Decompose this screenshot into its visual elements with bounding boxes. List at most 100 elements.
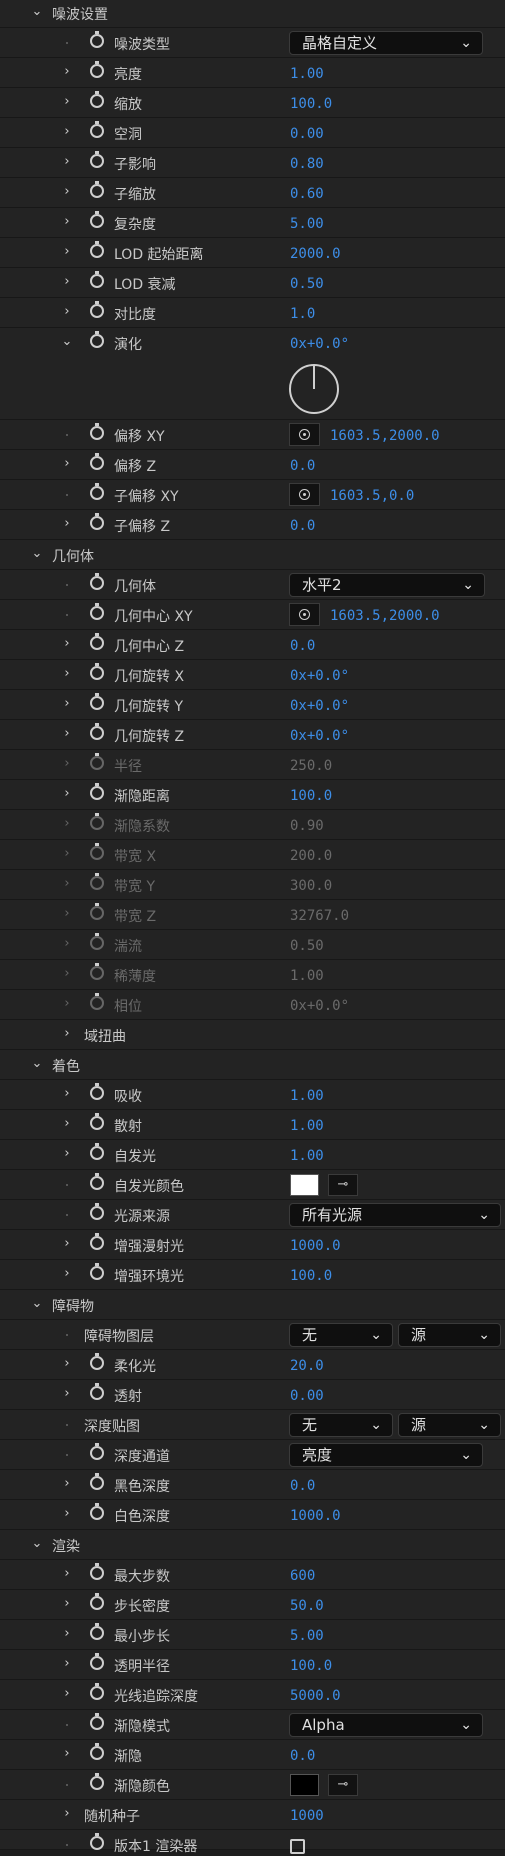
prop-value[interactable]: 0x+0.0° (290, 728, 349, 744)
chevron-right-icon[interactable]: › (60, 95, 74, 109)
section-noise-settings[interactable]: ⌄ 噪波设置 (0, 0, 505, 28)
prop-value[interactable]: 1.0 (290, 306, 315, 322)
chevron-right-icon[interactable]: › (60, 517, 74, 531)
prop-value[interactable]: 1.00 (290, 1148, 324, 1164)
chevron-down-icon[interactable]: ⌄ (30, 1537, 44, 1551)
noise-type-dropdown[interactable]: 晶格自定义 ⌄ (289, 31, 483, 55)
chevron-right-icon[interactable]: › (60, 1657, 74, 1671)
prop-value[interactable]: 1603.5,0.0 (330, 488, 414, 504)
chevron-down-icon[interactable]: ⌄ (30, 547, 44, 561)
stopwatch-icon[interactable] (90, 1683, 104, 1700)
prop-value[interactable]: 5.00 (290, 216, 324, 232)
prop-value[interactable]: 1.00 (290, 1088, 324, 1104)
prop-value[interactable]: 0.60 (290, 186, 324, 202)
chevron-right-icon[interactable]: › (60, 1687, 74, 1701)
color-swatch[interactable] (290, 1774, 319, 1796)
stopwatch-icon[interactable] (90, 1773, 104, 1790)
stopwatch-icon[interactable] (90, 181, 104, 198)
prop-value[interactable]: 0.00 (290, 126, 324, 142)
chevron-right-icon[interactable]: › (60, 1027, 74, 1041)
stopwatch-icon[interactable] (90, 1593, 104, 1610)
stopwatch-icon[interactable] (90, 603, 104, 620)
stopwatch-icon[interactable] (90, 1743, 104, 1760)
stopwatch-icon[interactable] (90, 1203, 104, 1220)
prop-value[interactable]: 1603.5,2000.0 (330, 428, 440, 444)
chevron-right-icon[interactable]: › (60, 1087, 74, 1101)
stopwatch-icon[interactable] (90, 513, 104, 530)
depth-channel-dropdown[interactable]: 亮度 ⌄ (289, 1443, 483, 1467)
chevron-right-icon[interactable]: › (60, 1627, 74, 1641)
chevron-right-icon[interactable]: › (60, 305, 74, 319)
stopwatch-icon[interactable] (90, 1473, 104, 1490)
stopwatch-icon[interactable] (90, 1503, 104, 1520)
depth-map-dropdown[interactable]: 无 ⌄ (289, 1413, 393, 1437)
chevron-right-icon[interactable]: › (60, 215, 74, 229)
stopwatch-icon[interactable] (90, 1833, 104, 1850)
stopwatch-icon[interactable] (90, 1173, 104, 1190)
eyedropper-icon[interactable]: ⊸ (328, 1174, 358, 1196)
light-source-dropdown[interactable]: 所有光源 ⌄ (289, 1203, 501, 1227)
prop-value[interactable]: 1.00 (290, 1118, 324, 1134)
chevron-right-icon[interactable]: › (60, 697, 74, 711)
prop-value[interactable]: 0.80 (290, 156, 324, 172)
stopwatch-icon[interactable] (90, 783, 104, 800)
v1-renderer-checkbox[interactable] (290, 1839, 305, 1854)
stopwatch-icon[interactable] (90, 211, 104, 228)
chevron-right-icon[interactable]: › (60, 787, 74, 801)
chevron-right-icon[interactable]: › (60, 637, 74, 651)
stopwatch-icon[interactable] (90, 1383, 104, 1400)
chevron-right-icon[interactable]: › (60, 125, 74, 139)
stopwatch-icon[interactable] (90, 1263, 104, 1280)
chevron-right-icon[interactable]: › (60, 1267, 74, 1281)
chevron-right-icon[interactable]: › (60, 275, 74, 289)
stopwatch-icon[interactable] (90, 151, 104, 168)
chevron-right-icon[interactable]: › (60, 1567, 74, 1581)
chevron-right-icon[interactable]: › (60, 245, 74, 259)
prop-value[interactable]: 100.0 (290, 788, 332, 804)
section-shading[interactable]: ⌄ 着色 (0, 1050, 505, 1080)
color-swatch[interactable] (290, 1174, 319, 1196)
prop-value[interactable]: 0x+0.0° (290, 668, 349, 684)
chevron-right-icon[interactable]: › (60, 1117, 74, 1131)
chevron-down-icon[interactable]: ⌄ (30, 1297, 44, 1311)
chevron-right-icon[interactable]: › (60, 1807, 74, 1821)
chevron-right-icon[interactable]: › (60, 727, 74, 741)
fade-mode-dropdown[interactable]: Alpha ⌄ (289, 1713, 483, 1737)
stopwatch-icon[interactable] (90, 723, 104, 740)
stopwatch-icon[interactable] (90, 1653, 104, 1670)
section-render[interactable]: ⌄ 渲染 (0, 1530, 505, 1560)
stopwatch-icon[interactable] (90, 1353, 104, 1370)
chevron-down-icon[interactable]: ⌄ (60, 335, 74, 349)
prop-value[interactable]: 2000.0 (290, 246, 341, 262)
prop-value[interactable]: 5.00 (290, 1628, 324, 1644)
chevron-right-icon[interactable]: › (60, 457, 74, 471)
prop-value[interactable]: 100.0 (290, 1658, 332, 1674)
prop-value[interactable]: 0.50 (290, 276, 324, 292)
stopwatch-icon[interactable] (90, 271, 104, 288)
prop-value[interactable]: 1000 (290, 1808, 324, 1824)
prop-value[interactable]: 20.0 (290, 1358, 324, 1374)
section-geometry[interactable]: ⌄ 几何体 (0, 540, 505, 570)
chevron-right-icon[interactable]: › (60, 1477, 74, 1491)
stopwatch-icon[interactable] (90, 1563, 104, 1580)
stopwatch-icon[interactable] (90, 31, 104, 48)
chevron-right-icon[interactable]: › (60, 1507, 74, 1521)
stopwatch-icon[interactable] (90, 483, 104, 500)
stopwatch-icon[interactable] (90, 1623, 104, 1640)
angle-dial[interactable] (289, 364, 339, 414)
chevron-right-icon[interactable]: › (60, 1387, 74, 1401)
stopwatch-icon[interactable] (90, 1443, 104, 1460)
chevron-right-icon[interactable]: › (60, 1597, 74, 1611)
prop-value[interactable]: 0x+0.0° (290, 336, 349, 352)
stopwatch-icon[interactable] (90, 61, 104, 78)
prop-value[interactable]: 100.0 (290, 1268, 332, 1284)
stopwatch-icon[interactable] (90, 121, 104, 138)
chevron-right-icon[interactable]: › (60, 185, 74, 199)
prop-value[interactable]: 0.0 (290, 638, 315, 654)
prop-value[interactable]: 0.0 (290, 1478, 315, 1494)
crosshair-icon[interactable] (289, 603, 320, 626)
chevron-down-icon[interactable]: ⌄ (30, 5, 44, 19)
prop-value[interactable]: 0.0 (290, 518, 315, 534)
stopwatch-icon[interactable] (90, 693, 104, 710)
group-domain-warp[interactable]: › 域扭曲 (0, 1020, 505, 1050)
